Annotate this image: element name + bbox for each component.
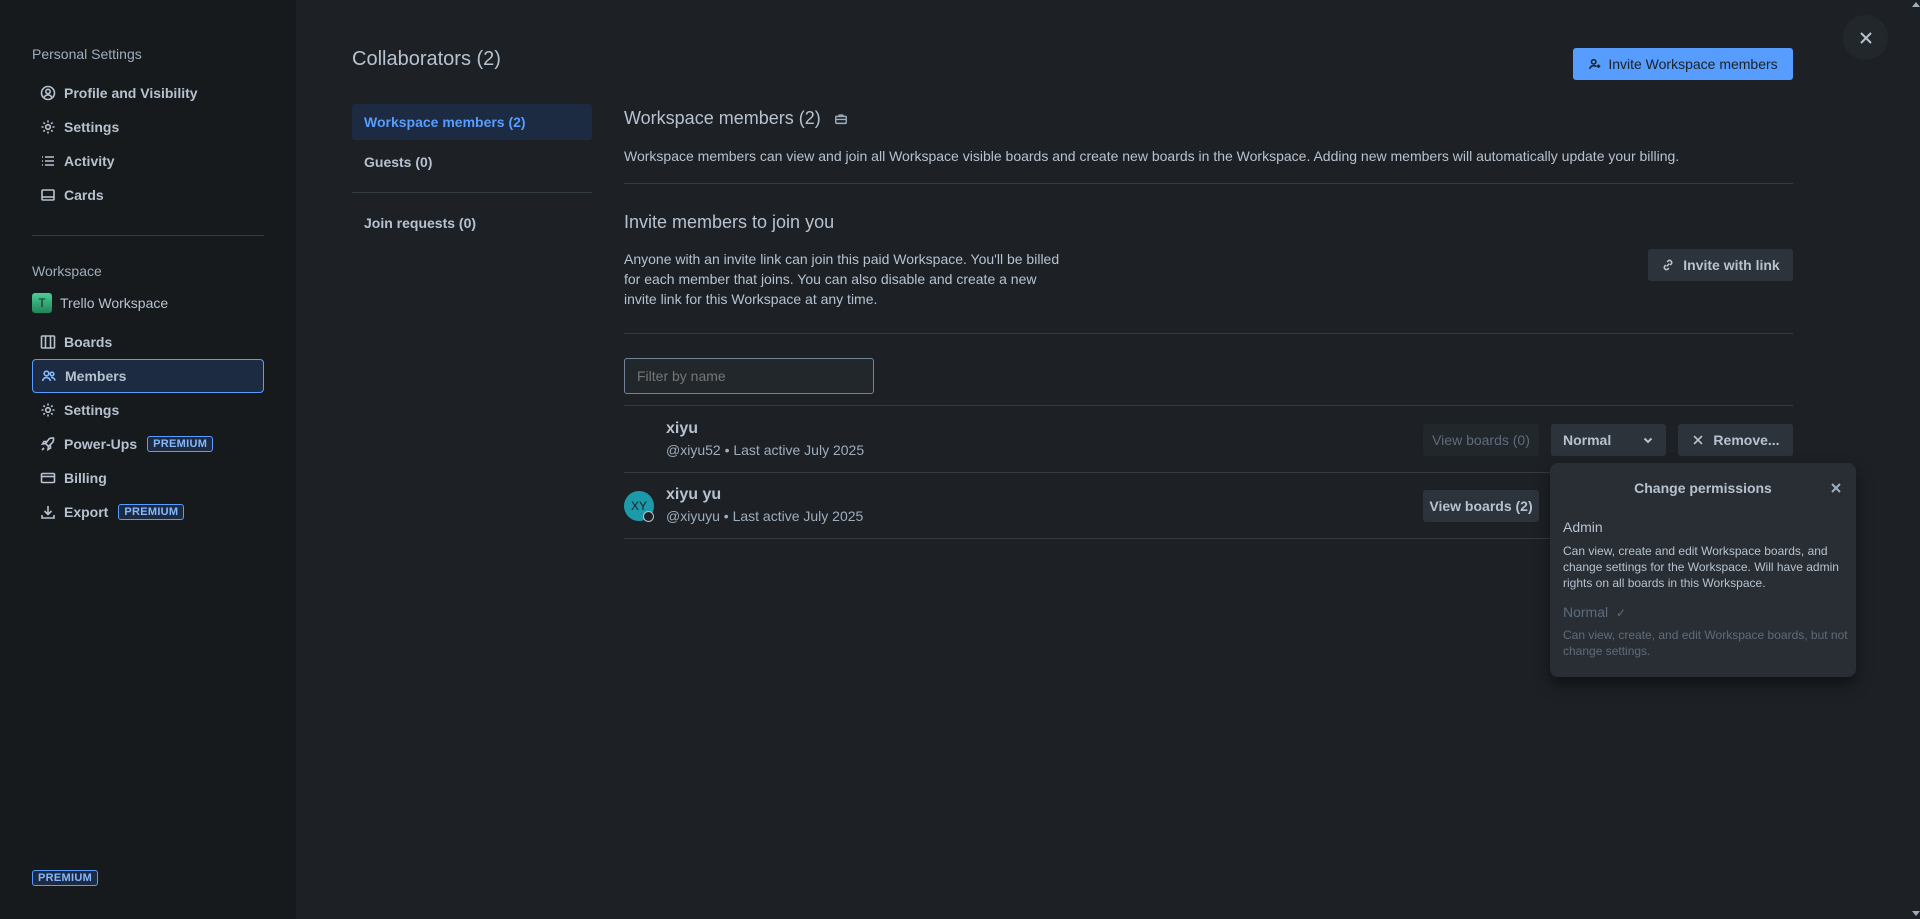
filter-by-name-input[interactable] xyxy=(624,358,874,394)
invite-with-link-label: Invite with link xyxy=(1683,257,1780,273)
chevron-down-icon xyxy=(1643,437,1653,444)
invite-workspace-members-label: Invite Workspace members xyxy=(1608,56,1778,72)
checkmark-icon: ✓ xyxy=(1616,606,1627,620)
sidebar-item-label: Profile and Visibility xyxy=(64,85,198,101)
sidebar-divider xyxy=(32,235,264,236)
activity-list-icon xyxy=(40,153,56,169)
members-section-title: Workspace members (2) xyxy=(624,108,821,128)
tab-join-requests[interactable]: Join requests (0) xyxy=(352,205,592,241)
sidebar-item-members[interactable]: Members xyxy=(32,359,264,393)
invite-workspace-members-button[interactable]: Invite Workspace members xyxy=(1573,48,1793,80)
sidebar-item-label: Billing xyxy=(64,470,107,486)
sidebar-item-label: Export xyxy=(64,504,109,520)
workspace-heading: Workspace xyxy=(32,263,102,279)
remove-member-button[interactable]: Remove... xyxy=(1678,424,1793,456)
gear-icon xyxy=(40,119,56,135)
change-permissions-popover: Change permissions Admin Can view, creat… xyxy=(1550,463,1856,677)
sidebar-item-label: Settings xyxy=(64,119,120,135)
close-icon xyxy=(1831,483,1841,493)
user-circle-icon xyxy=(40,85,56,101)
premium-badge: PREMIUM xyxy=(147,436,214,452)
sidebar-item-export[interactable]: Export PREMIUM xyxy=(32,495,264,529)
permission-option-description: Can view, create, and edit Workspace boa… xyxy=(1563,628,1848,658)
popover-title: Change permissions xyxy=(1634,480,1772,496)
sidebar-item-activity[interactable]: Activity xyxy=(32,144,264,178)
card-icon xyxy=(40,187,56,203)
gear-icon xyxy=(40,402,56,418)
popover-close-button[interactable] xyxy=(1830,481,1846,497)
member-meta: @xiyu52 • Last active July 2025 xyxy=(666,442,865,458)
admin-badge-icon xyxy=(643,511,654,522)
permission-option-label: Normal xyxy=(1563,604,1609,620)
sidebar-item-label: Cards xyxy=(64,187,104,203)
sidebar-item-label: Members xyxy=(65,368,127,384)
page-title: Collaborators (2) xyxy=(352,48,501,70)
role-dropdown-value: Normal xyxy=(1563,432,1612,448)
permission-option-description: Can view, create and edit Workspace boar… xyxy=(1563,544,1839,590)
close-button[interactable] xyxy=(1843,15,1888,60)
member-meta: @xiyuyu • Last active July 2025 xyxy=(666,508,864,524)
divider xyxy=(624,333,1793,334)
sidebar: Personal Settings Profile and Visibility… xyxy=(0,0,296,919)
view-boards-button[interactable]: View boards (2) xyxy=(1423,490,1539,522)
sidebar-item-label: Activity xyxy=(64,153,115,169)
members-icon xyxy=(41,368,57,384)
premium-badge: PREMIUM xyxy=(32,870,99,886)
sidebar-item-profile[interactable]: Profile and Visibility xyxy=(32,76,264,110)
remove-label: Remove... xyxy=(1713,432,1780,448)
rocket-icon xyxy=(40,436,56,452)
divider xyxy=(624,405,1793,406)
sidebar-item-power-ups[interactable]: Power-Ups PREMIUM xyxy=(32,427,264,461)
sidebar-item-label: Settings xyxy=(64,402,120,418)
tab-guests[interactable]: Guests (0) xyxy=(352,144,592,180)
member-name: xiyu yu xyxy=(666,486,722,503)
tab-divider xyxy=(352,192,592,193)
permission-option-admin[interactable]: Admin xyxy=(1563,519,1603,535)
invite-section-title: Invite members to join you xyxy=(624,212,835,232)
workspace-name[interactable]: T Trello Workspace xyxy=(32,286,264,320)
link-icon xyxy=(1663,259,1673,271)
role-dropdown[interactable]: Normal xyxy=(1551,424,1666,456)
sidebar-item-boards[interactable]: Boards xyxy=(32,325,264,359)
download-icon xyxy=(40,504,56,520)
member-name: xiyu xyxy=(666,420,699,437)
add-user-icon xyxy=(1589,58,1601,70)
sidebar-item-label: Boards xyxy=(64,334,113,350)
tab-workspace-members[interactable]: Workspace members (2) xyxy=(352,104,592,140)
sidebar-item-settings[interactable]: Settings xyxy=(32,110,264,144)
personal-settings-heading: Personal Settings xyxy=(32,46,142,62)
sidebar-item-workspace-settings[interactable]: Settings xyxy=(32,393,264,427)
divider xyxy=(624,183,1793,184)
sidebar-item-cards[interactable]: Cards xyxy=(32,178,264,212)
close-icon xyxy=(1859,31,1872,44)
permission-option-normal: Normal ✓ xyxy=(1563,604,1626,620)
briefcase-icon xyxy=(834,112,850,128)
credit-card-icon xyxy=(40,470,56,486)
workspace-name-label: Trello Workspace xyxy=(60,295,169,311)
scroll-down-arrow[interactable] xyxy=(1912,911,1920,916)
footer-premium-badge-wrap: PREMIUM xyxy=(22,868,99,886)
sidebar-item-billing[interactable]: Billing xyxy=(32,461,264,495)
close-icon xyxy=(1693,435,1703,445)
premium-badge: PREMIUM xyxy=(118,504,185,520)
members-section-description: Workspace members can view and join all … xyxy=(624,148,1680,164)
scroll-up-arrow[interactable] xyxy=(1912,2,1920,7)
invite-with-link-button[interactable]: Invite with link xyxy=(1648,249,1793,281)
boards-icon xyxy=(40,334,56,350)
view-boards-button[interactable]: View boards (0) xyxy=(1423,424,1539,456)
workspace-logo: T xyxy=(32,293,52,313)
invite-section-description: Anyone with an invite link can join this… xyxy=(624,251,1060,307)
sidebar-item-label: Power-Ups xyxy=(64,436,138,452)
